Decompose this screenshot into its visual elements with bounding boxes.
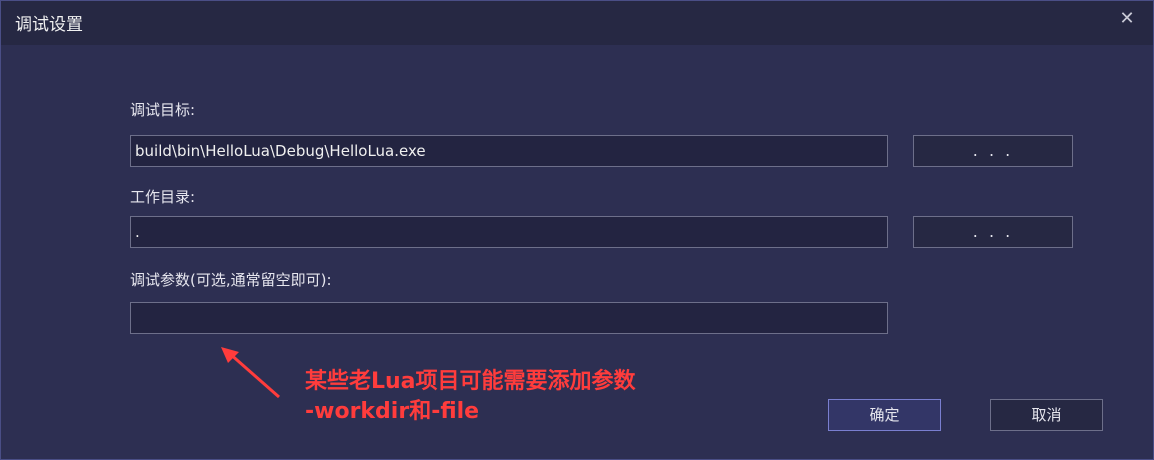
working-directory-input[interactable] (130, 216, 888, 248)
close-icon[interactable]: ✕ (1117, 9, 1137, 29)
annotation-arrow-icon (221, 347, 280, 399)
debug-arguments-input[interactable] (130, 302, 888, 334)
ok-button[interactable]: 确定 (828, 399, 941, 431)
annotation-line-2: -workdir和-file (305, 399, 480, 424)
title-bar: 调试设置 ✕ (1, 1, 1153, 45)
debug-settings-dialog: 调试设置 ✕ 调试目标: . . . 工作目录: . . . 调试参数(可选,通… (0, 0, 1154, 460)
cancel-button[interactable]: 取消 (990, 399, 1103, 431)
debug-arguments-label: 调试参数(可选,通常留空即可): (130, 271, 332, 289)
debug-target-input[interactable] (130, 135, 888, 167)
annotation-note: 某些老Lua项目可能需要添加参数 -workdir和-file (305, 367, 636, 427)
browse-target-button[interactable]: . . . (913, 135, 1073, 167)
debug-target-label: 调试目标: (130, 101, 196, 119)
working-directory-label: 工作目录: (130, 188, 196, 206)
browse-working-directory-button[interactable]: . . . (913, 216, 1073, 248)
annotation-line-1: 某些老Lua项目可能需要添加参数 (305, 369, 636, 394)
dialog-title: 调试设置 (15, 15, 83, 35)
